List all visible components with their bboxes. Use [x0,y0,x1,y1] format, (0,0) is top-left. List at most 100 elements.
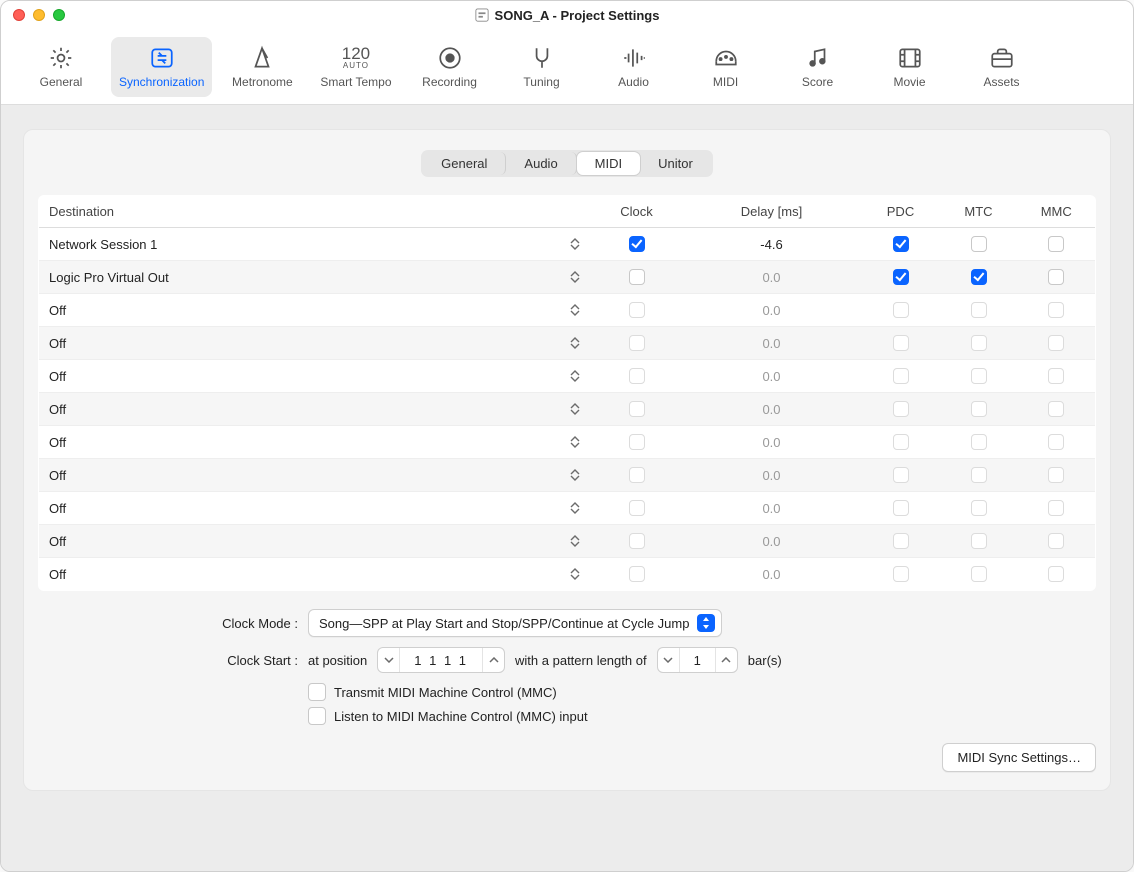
col-clock[interactable]: Clock [592,196,682,228]
toolbar-score[interactable]: Score [776,37,860,97]
col-destination[interactable]: Destination [39,196,592,228]
subtab-unitor[interactable]: Unitor [640,152,711,175]
clock-checkbox[interactable] [629,302,645,318]
toolbar-midi[interactable]: MIDI [684,37,768,97]
destination-stepper[interactable] [568,433,582,451]
mtc-checkbox[interactable] [971,434,987,450]
clock-checkbox[interactable] [629,500,645,516]
destination-stepper[interactable] [568,466,582,484]
mmc-checkbox[interactable] [1048,434,1064,450]
delay-value[interactable]: 0.0 [762,468,780,483]
pdc-checkbox[interactable] [893,533,909,549]
destination-stepper[interactable] [568,565,582,583]
mmc-checkbox[interactable] [1048,467,1064,483]
delay-value[interactable]: 0.0 [762,336,780,351]
clock-checkbox[interactable] [629,269,645,285]
toolbar-general[interactable]: General [19,37,103,97]
mtc-checkbox[interactable] [971,566,987,582]
pdc-checkbox[interactable] [893,236,909,252]
minimize-window-button[interactable] [33,9,45,21]
mmc-checkbox[interactable] [1048,335,1064,351]
mtc-checkbox[interactable] [971,236,987,252]
chevron-down-icon[interactable] [378,648,400,672]
pdc-checkbox[interactable] [893,401,909,417]
close-window-button[interactable] [13,9,25,21]
chevron-up-icon[interactable] [715,648,737,672]
destination-stepper[interactable] [568,268,582,286]
toolbar-synchronization[interactable]: Synchronization [111,37,212,97]
destination-stepper[interactable] [568,301,582,319]
delay-value[interactable]: 0.0 [762,567,780,582]
toolbar-tuning[interactable]: Tuning [500,37,584,97]
destination-stepper[interactable] [568,400,582,418]
pdc-checkbox[interactable] [893,302,909,318]
destination-stepper[interactable] [568,499,582,517]
mmc-checkbox[interactable] [1048,500,1064,516]
mmc-checkbox[interactable] [1048,368,1064,384]
mtc-checkbox[interactable] [971,269,987,285]
clock-start-pattern-stepper[interactable]: 1 [657,647,738,673]
mtc-checkbox[interactable] [971,500,987,516]
subtab-audio[interactable]: Audio [506,152,576,175]
destination-stepper[interactable] [568,532,582,550]
pdc-checkbox[interactable] [893,566,909,582]
chevron-down-icon[interactable] [658,648,680,672]
toolbar-metronome[interactable]: Metronome [220,37,304,97]
mmc-checkbox[interactable] [1048,533,1064,549]
transmit-mmc-checkbox[interactable] [308,683,326,701]
mmc-checkbox[interactable] [1048,566,1064,582]
delay-value[interactable]: 0.0 [762,402,780,417]
mmc-checkbox[interactable] [1048,269,1064,285]
destination-stepper[interactable] [568,334,582,352]
subtab-midi[interactable]: MIDI [577,152,640,175]
mtc-checkbox[interactable] [971,533,987,549]
clock-checkbox[interactable] [629,368,645,384]
pdc-checkbox[interactable] [893,500,909,516]
clock-checkbox[interactable] [629,236,645,252]
clock-mode-select[interactable]: Song—SPP at Play Start and Stop/SPP/Cont… [308,609,722,637]
clock-checkbox[interactable] [629,566,645,582]
toolbar-assets[interactable]: Assets [960,37,1044,97]
col-pdc[interactable]: PDC [862,196,940,228]
col-mtc[interactable]: MTC [940,196,1018,228]
delay-value[interactable]: 0.0 [762,369,780,384]
delay-value[interactable]: 0.0 [762,270,780,285]
destination-stepper[interactable] [568,367,582,385]
delay-value[interactable]: 0.0 [762,501,780,516]
toolbar-movie[interactable]: Movie [868,37,952,97]
mtc-checkbox[interactable] [971,467,987,483]
pdc-checkbox[interactable] [893,269,909,285]
mtc-checkbox[interactable] [971,335,987,351]
delay-value[interactable]: 0.0 [762,303,780,318]
toolbar-recording[interactable]: Recording [408,37,492,97]
clock-checkbox[interactable] [629,533,645,549]
delay-value[interactable]: 0.0 [762,534,780,549]
toolbar-audio[interactable]: Audio [592,37,676,97]
clock-start-position-stepper[interactable]: 1 1 1 1 [377,647,505,673]
toolbar-smart-tempo[interactable]: 120 AUTO Smart Tempo [312,37,399,97]
zoom-window-button[interactable] [53,9,65,21]
delay-value[interactable]: -4.6 [760,237,782,252]
mmc-checkbox[interactable] [1048,302,1064,318]
midi-sync-settings-button[interactable]: MIDI Sync Settings… [942,743,1096,772]
subtab-general[interactable]: General [423,152,506,175]
pdc-checkbox[interactable] [893,467,909,483]
clock-checkbox[interactable] [629,434,645,450]
mtc-checkbox[interactable] [971,302,987,318]
chevron-up-icon[interactable] [482,648,504,672]
col-delay[interactable]: Delay [ms] [682,196,862,228]
clock-checkbox[interactable] [629,401,645,417]
mtc-checkbox[interactable] [971,368,987,384]
clock-checkbox[interactable] [629,467,645,483]
delay-value[interactable]: 0.0 [762,435,780,450]
listen-mmc-checkbox[interactable] [308,707,326,725]
mmc-checkbox[interactable] [1048,236,1064,252]
pdc-checkbox[interactable] [893,434,909,450]
destination-stepper[interactable] [568,235,582,253]
mtc-checkbox[interactable] [971,401,987,417]
clock-checkbox[interactable] [629,335,645,351]
mmc-checkbox[interactable] [1048,401,1064,417]
pdc-checkbox[interactable] [893,335,909,351]
col-mmc[interactable]: MMC [1018,196,1096,228]
pdc-checkbox[interactable] [893,368,909,384]
